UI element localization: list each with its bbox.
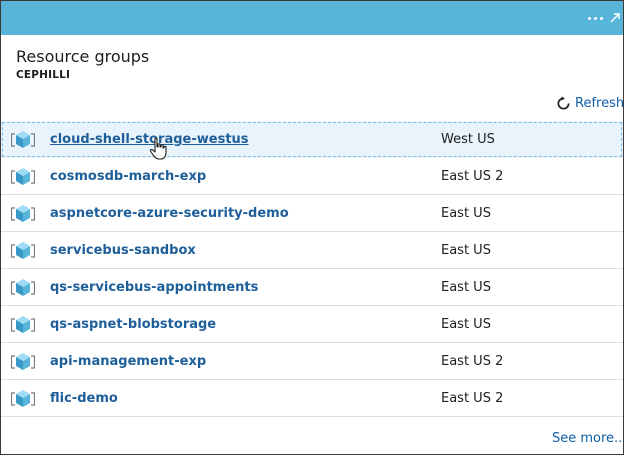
resource-group-row[interactable]: aspnetcore-azure-security-demo East US	[1, 195, 623, 232]
resource-group-row[interactable]: cloud-shell-storage-westus West US	[1, 121, 623, 158]
resource-group-name[interactable]: qs-aspnet-blobstorage	[50, 306, 216, 343]
resource-group-cube-icon	[11, 316, 35, 333]
resource-group-location: East US	[441, 243, 491, 258]
refresh-label: Refresh	[575, 95, 624, 111]
see-more-link[interactable]: See more...	[552, 431, 623, 446]
resource-group-location: East US 2	[441, 169, 504, 184]
resource-group-name[interactable]: cloud-shell-storage-westus	[50, 121, 249, 158]
resource-group-row[interactable]: qs-aspnet-blobstorage East US	[1, 306, 623, 343]
resource-group-cube-icon	[11, 279, 35, 296]
resource-group-row[interactable]: servicebus-sandbox East US	[1, 232, 623, 269]
resource-group-name[interactable]: api-management-exp	[50, 343, 206, 380]
resource-groups-blade: Resource groups CEPHILLI Refresh cloud-s…	[0, 0, 624, 455]
resource-group-cube-icon	[11, 242, 35, 259]
resource-group-location: East US 2	[441, 391, 504, 406]
resource-group-cube-icon	[11, 390, 35, 407]
resource-group-row[interactable]: flic-demo East US 2	[1, 380, 623, 417]
resource-group-location: East US	[441, 206, 491, 221]
refresh-icon	[557, 95, 570, 109]
resource-group-cube-icon	[11, 353, 35, 370]
resource-group-row[interactable]: api-management-exp East US 2	[1, 343, 623, 380]
resource-group-name[interactable]: cosmosdb-march-exp	[50, 158, 206, 195]
blade-header-bar	[1, 1, 623, 35]
page-subtitle: CEPHILLI	[16, 69, 71, 81]
resource-group-cube-icon	[11, 205, 35, 222]
resource-group-cube-icon	[11, 131, 35, 148]
ellipsis-icon	[587, 16, 603, 20]
expand-button[interactable]	[607, 1, 623, 35]
resource-group-name[interactable]: aspnetcore-azure-security-demo	[50, 195, 289, 232]
resource-group-location: East US	[441, 317, 491, 332]
more-options-button[interactable]	[583, 1, 607, 35]
resource-group-location: East US	[441, 280, 491, 295]
resource-group-name[interactable]: qs-servicebus-appointments	[50, 269, 258, 306]
expand-icon	[610, 13, 620, 23]
resource-group-name[interactable]: servicebus-sandbox	[50, 232, 196, 269]
resource-group-name[interactable]: flic-demo	[50, 380, 118, 417]
resource-group-row[interactable]: cosmosdb-march-exp East US 2	[1, 158, 623, 195]
resource-group-cube-icon	[11, 168, 35, 185]
resource-group-list: cloud-shell-storage-westus West US cosmo…	[1, 121, 623, 417]
resource-group-location: East US 2	[441, 354, 504, 369]
page-title: Resource groups	[16, 47, 150, 66]
resource-group-location: West US	[441, 132, 495, 147]
resource-group-row[interactable]: qs-servicebus-appointments East US	[1, 269, 623, 306]
refresh-button[interactable]: Refresh	[556, 93, 624, 113]
